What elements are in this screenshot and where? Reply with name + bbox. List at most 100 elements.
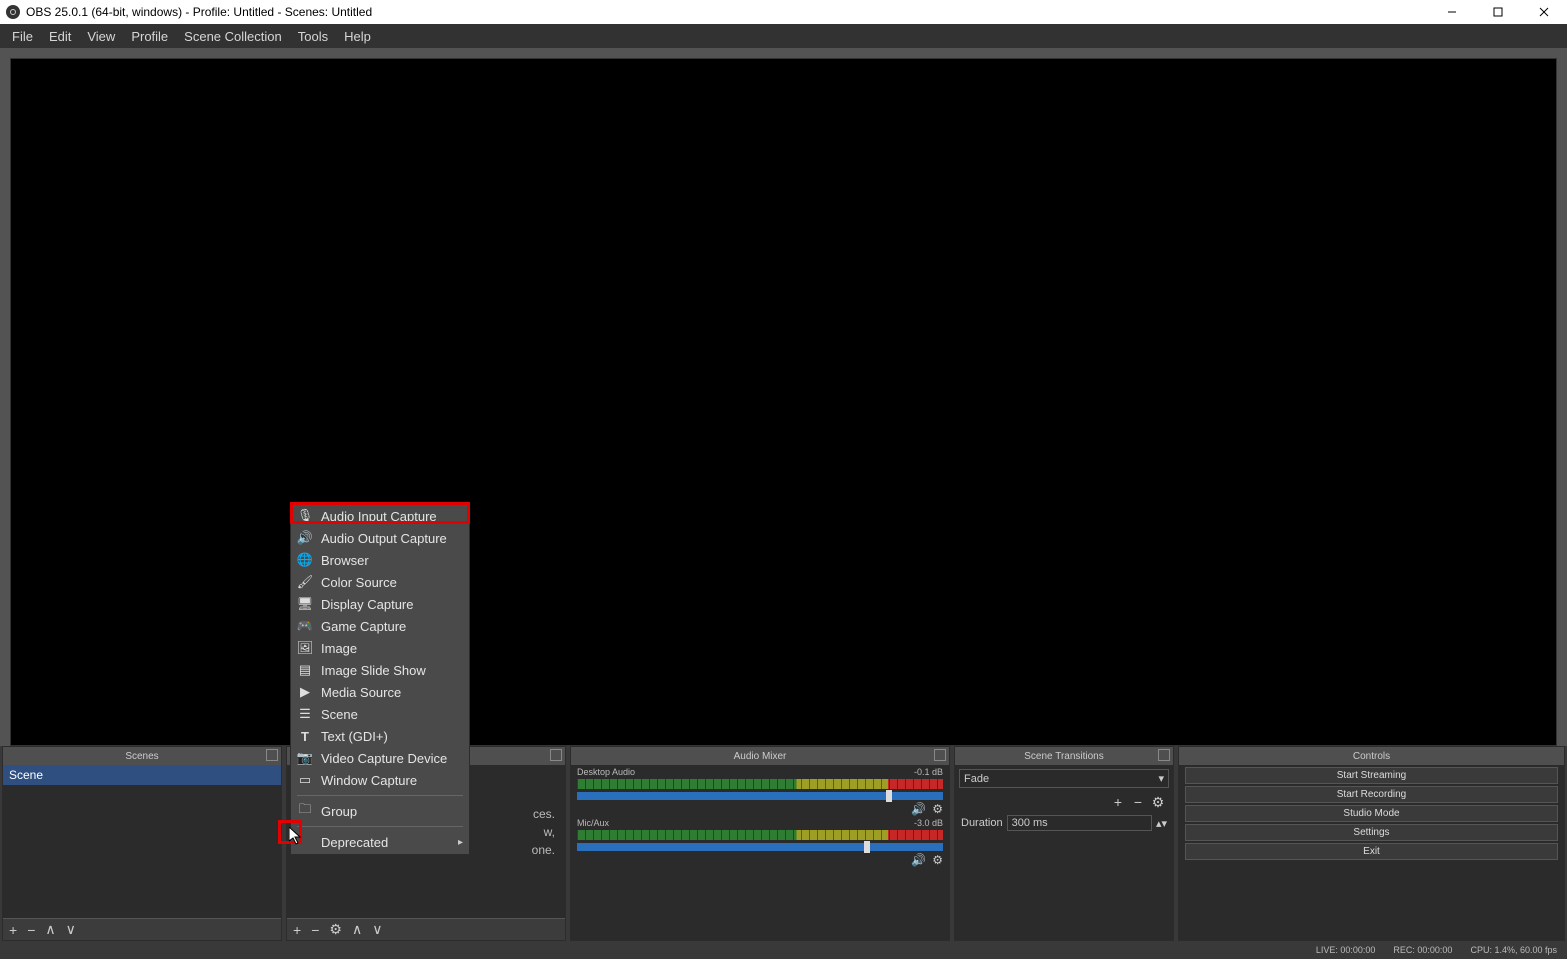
dock-audio-mixer: Audio Mixer Desktop Audio -0.1 dB 🔊 ⚙ Mi…: [570, 746, 950, 941]
cm-browser[interactable]: 🌐Browser: [291, 549, 469, 571]
sources-toolbar: + − ⚙ ∧ ∨: [287, 918, 565, 940]
cm-text-gdi[interactable]: TText (GDI+): [291, 725, 469, 747]
mixer-meter: [577, 779, 943, 789]
add-transition-button[interactable]: +: [1109, 794, 1127, 811]
mixer-volume-slider[interactable]: [577, 792, 943, 800]
text-icon: T: [297, 728, 313, 744]
dock-mixer-title: Audio Mixer: [734, 751, 787, 762]
submenu-arrow-icon: ▸: [458, 837, 463, 848]
move-scene-up-button[interactable]: ∧: [45, 921, 55, 938]
remove-transition-button[interactable]: −: [1129, 794, 1147, 811]
cm-deprecated[interactable]: Deprecated▸: [291, 831, 469, 853]
add-source-button[interactable]: +: [293, 922, 301, 938]
window-titlebar: OBS 25.0.1 (64-bit, windows) - Profile: …: [0, 0, 1567, 24]
window-icon: ▭: [297, 772, 313, 788]
mixer-track-db: -3.0 dB: [914, 818, 943, 828]
mixer-track-name: Desktop Audio: [577, 767, 635, 777]
menu-view[interactable]: View: [79, 26, 123, 47]
cm-audio-input-capture[interactable]: 🎙Audio Input Capture: [291, 505, 469, 527]
close-button[interactable]: [1521, 0, 1567, 24]
dock-transitions-header[interactable]: Scene Transitions: [955, 747, 1173, 765]
transition-settings-button[interactable]: ⚙: [1149, 794, 1167, 811]
exit-button[interactable]: Exit: [1185, 843, 1558, 860]
cm-display-capture[interactable]: 🖥Display Capture: [291, 593, 469, 615]
menu-file[interactable]: File: [4, 26, 41, 47]
mute-icon[interactable]: 🔊: [911, 853, 926, 867]
start-recording-button[interactable]: Start Recording: [1185, 786, 1558, 803]
preview-area: [0, 48, 1567, 746]
brush-icon: 🖌: [297, 574, 313, 590]
dock-popout-icon[interactable]: [1158, 749, 1170, 761]
transition-duration-label: Duration: [961, 817, 1003, 829]
mixer-track-desktop-audio: Desktop Audio -0.1 dB 🔊 ⚙: [571, 765, 949, 816]
status-bar: LIVE: 00:00:00 REC: 00:00:00 CPU: 1.4%, …: [0, 941, 1567, 959]
minimize-button[interactable]: [1429, 0, 1475, 24]
menu-edit[interactable]: Edit: [41, 26, 79, 47]
cm-group[interactable]: 🗀Group: [291, 800, 469, 822]
cm-color-source[interactable]: 🖌Color Source: [291, 571, 469, 593]
cm-scene[interactable]: ☰Scene: [291, 703, 469, 725]
dock-popout-icon[interactable]: [934, 749, 946, 761]
cm-media-source[interactable]: ▶Media Source: [291, 681, 469, 703]
studio-mode-button[interactable]: Studio Mode: [1185, 805, 1558, 822]
dock-popout-icon[interactable]: [550, 749, 562, 761]
image-icon: 🖼: [297, 640, 313, 656]
dock-scenes-header[interactable]: Scenes: [3, 747, 281, 765]
status-live: LIVE: 00:00:00: [1316, 945, 1376, 955]
dock-scenes: Scenes Scene + − ∧ ∨: [2, 746, 282, 941]
source-properties-button[interactable]: ⚙: [329, 921, 342, 938]
gear-icon[interactable]: ⚙: [932, 853, 943, 867]
dock-popout-icon[interactable]: [266, 749, 278, 761]
cm-image-slide-show[interactable]: ▤Image Slide Show: [291, 659, 469, 681]
status-cpu: CPU: 1.4%, 60.00 fps: [1470, 945, 1557, 955]
gamepad-icon: 🎮: [297, 618, 313, 634]
window-title: OBS 25.0.1 (64-bit, windows) - Profile: …: [26, 5, 372, 19]
menu-separator: [297, 795, 463, 796]
menu-profile[interactable]: Profile: [123, 26, 176, 47]
dock-controls-header[interactable]: Controls: [1179, 747, 1564, 765]
docks-row: Scenes Scene + − ∧ ∨ Sources ces. w, one…: [0, 746, 1567, 941]
menu-help[interactable]: Help: [336, 26, 379, 47]
mixer-track-db: -0.1 dB: [914, 767, 943, 777]
menu-scene-collection[interactable]: Scene Collection: [176, 26, 290, 47]
list-icon: ☰: [297, 706, 313, 722]
duration-stepper-icon[interactable]: ▴▾: [1156, 817, 1167, 830]
preview-canvas[interactable]: [10, 58, 1557, 746]
camera-icon: 📷: [297, 750, 313, 766]
sources-empty-hint: ces. w, one.: [532, 805, 555, 859]
cm-video-capture-device[interactable]: 📷Video Capture Device: [291, 747, 469, 769]
monitor-icon: 🖥: [297, 596, 313, 612]
dock-scene-transitions: Scene Transitions Fade ▾ + − ⚙ Duration …: [954, 746, 1174, 941]
menu-tools[interactable]: Tools: [290, 26, 336, 47]
move-source-down-button[interactable]: ∨: [372, 921, 382, 938]
mic-icon: 🎙: [297, 508, 313, 524]
add-source-context-menu: 🎙Audio Input Capture 🔊Audio Output Captu…: [290, 503, 470, 855]
start-streaming-button[interactable]: Start Streaming: [1185, 767, 1558, 784]
scene-item[interactable]: Scene: [3, 765, 281, 785]
menu-bar: File Edit View Profile Scene Collection …: [0, 24, 1567, 48]
scenes-toolbar: + − ∧ ∨: [3, 918, 281, 940]
chevron-down-icon: ▾: [1158, 772, 1164, 785]
cm-game-capture[interactable]: 🎮Game Capture: [291, 615, 469, 637]
mute-icon[interactable]: 🔊: [911, 802, 926, 816]
maximize-button[interactable]: [1475, 0, 1521, 24]
settings-button[interactable]: Settings: [1185, 824, 1558, 841]
cm-image[interactable]: 🖼Image: [291, 637, 469, 659]
dock-controls: Controls Start Streaming Start Recording…: [1178, 746, 1565, 941]
slides-icon: ▤: [297, 662, 313, 678]
remove-scene-button[interactable]: −: [27, 922, 35, 938]
transition-select[interactable]: Fade ▾: [959, 769, 1169, 788]
cm-window-capture[interactable]: ▭Window Capture: [291, 769, 469, 791]
mixer-volume-slider[interactable]: [577, 843, 943, 851]
dock-mixer-header[interactable]: Audio Mixer: [571, 747, 949, 765]
gear-icon[interactable]: ⚙: [932, 802, 943, 816]
transition-duration-input[interactable]: 300 ms: [1007, 815, 1152, 831]
mixer-meter: [577, 830, 943, 840]
move-scene-down-button[interactable]: ∨: [66, 921, 76, 938]
move-source-up-button[interactable]: ∧: [352, 921, 362, 938]
add-scene-button[interactable]: +: [9, 922, 17, 938]
cm-audio-output-capture[interactable]: 🔊Audio Output Capture: [291, 527, 469, 549]
remove-source-button[interactable]: −: [311, 922, 319, 938]
speaker-icon: 🔊: [297, 530, 313, 546]
mixer-track-mic-aux: Mic/Aux -3.0 dB 🔊 ⚙: [571, 816, 949, 867]
